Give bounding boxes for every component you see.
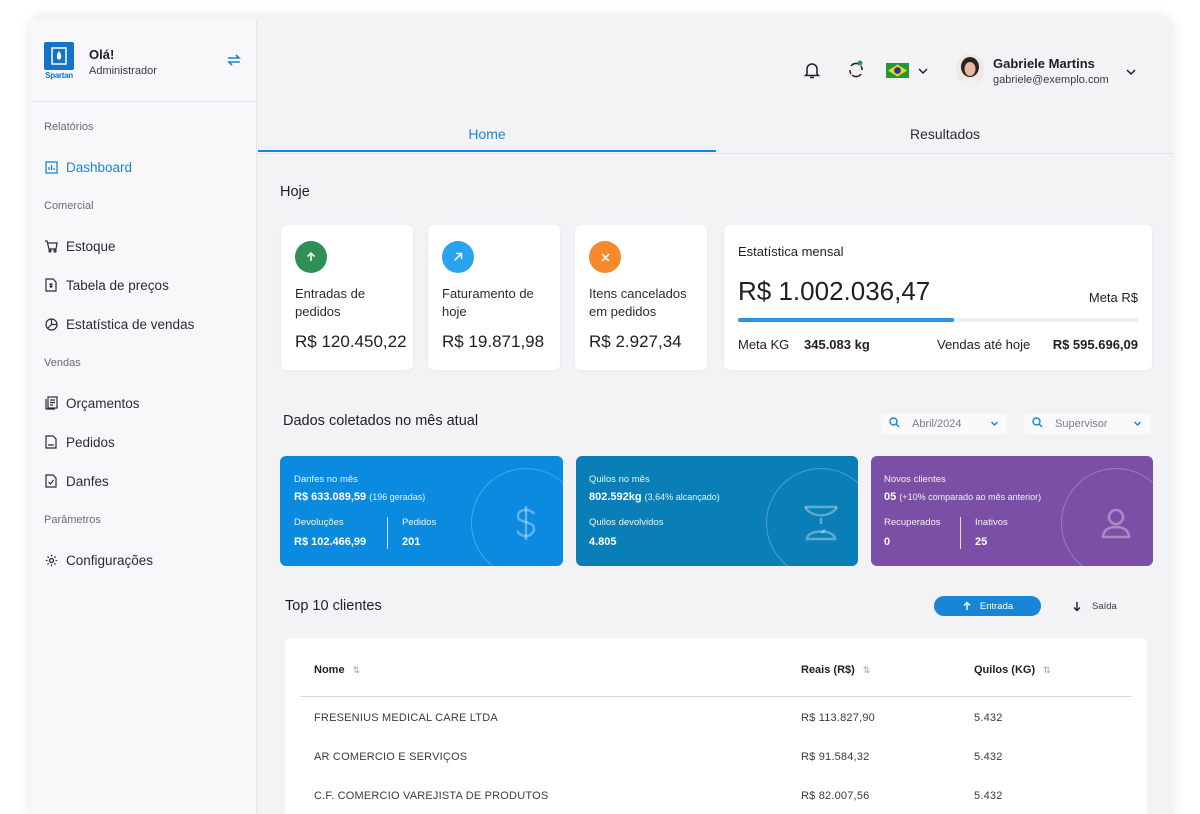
section-vendas: Vendas: [44, 357, 81, 369]
chevron-down-icon: [918, 67, 928, 74]
kpi-value: R$ 19.871,98: [442, 332, 545, 351]
arrow-up-icon: [295, 241, 327, 273]
sidebar-item-orcamentos[interactable]: Orçamentos: [30, 393, 140, 413]
language-selector[interactable]: [886, 63, 929, 78]
sales-value: R$ 595.696,09: [1052, 337, 1138, 352]
top-clients-table: Nome ⇅ Reais (R$) ⇅ Quilos (KG) ⇅ FRESENIUS…: [285, 638, 1147, 814]
sidebar-item-configuracoes[interactable]: Configurações: [30, 550, 153, 570]
sales-label: Vendas até hoje: [937, 337, 1031, 352]
meta-kg-label: Meta KG: [738, 337, 790, 352]
cart-icon: [44, 239, 58, 253]
sidebar-item-estatistica[interactable]: Estatística de vendas: [30, 314, 194, 334]
kpi-value: R$ 120.450,22: [295, 332, 407, 351]
column-header-reais[interactable]: Reais (R$) ⇅: [801, 664, 870, 676]
user-menu-chevron-icon[interactable]: [1125, 65, 1137, 83]
month-filter[interactable]: Abril/2024: [881, 414, 1007, 434]
saida-button[interactable]: Saída: [1072, 596, 1117, 616]
gear-icon: [44, 553, 58, 567]
user-icon: [1101, 508, 1131, 539]
sidebar-item-dashboard[interactable]: Dashboard: [30, 157, 132, 177]
tab-bar: Home Resultados: [258, 122, 1173, 154]
documents-icon: [44, 396, 58, 410]
user-name: Gabriele Martins: [993, 56, 1095, 71]
brazil-flag-icon: [886, 63, 909, 78]
user-role: Administrador: [89, 65, 157, 77]
search-icon: [1032, 417, 1043, 431]
divider: [387, 517, 388, 549]
sidebar-header: Spartan Olá! Administrador: [30, 20, 256, 102]
quilos-card: Quilos no mês 802.592kg (3,64% alcançado…: [576, 456, 858, 566]
supervisor-filter[interactable]: Supervisor: [1024, 414, 1150, 434]
tab-resultados[interactable]: Resultados: [716, 126, 1173, 142]
close-icon: [589, 241, 621, 273]
sort-icon[interactable]: ⇅: [1043, 665, 1051, 675]
arrow-up-right-icon: [442, 241, 474, 273]
sidebar-item-estoque[interactable]: Estoque: [30, 236, 116, 256]
tab-home[interactable]: Home: [258, 126, 716, 142]
section-title-month: Dados coletados no mês atual: [283, 413, 479, 429]
monthly-title: Estatística mensal: [738, 244, 844, 259]
topbar: Gabriele Martins gabriele@exemplo.com: [258, 50, 1173, 98]
chart-icon: [44, 160, 58, 174]
sort-icon[interactable]: ⇅: [863, 665, 871, 675]
progress-fill: [738, 318, 954, 322]
pie-chart-icon: [44, 317, 58, 331]
user-email: gabriele@exemplo.com: [993, 74, 1109, 86]
dollar-icon: [515, 506, 536, 540]
avatar[interactable]: [956, 54, 984, 86]
bell-icon[interactable]: [803, 61, 821, 84]
search-icon: [889, 417, 900, 431]
section-title-hoje: Hoje: [280, 184, 310, 200]
arrow-down-icon: [1073, 601, 1081, 611]
column-header-nome[interactable]: Nome ⇅: [314, 664, 360, 676]
greeting: Olá!: [89, 47, 115, 62]
main-content: Gabriele Martins gabriele@exemplo.com Ho…: [258, 14, 1173, 814]
kpi-value: R$ 2.927,34: [589, 332, 682, 351]
meta-label: Meta R$: [1088, 290, 1138, 305]
sync-icon[interactable]: [847, 60, 865, 85]
section-relatorios: Relatórios: [44, 121, 94, 133]
section-title-top: Top 10 clientes: [285, 598, 382, 614]
switch-account-icon[interactable]: [226, 52, 242, 73]
header-divider: [300, 696, 1132, 697]
sidebar-item-pedidos[interactable]: Pedidos: [30, 432, 115, 452]
section-comercial: Comercial: [44, 200, 94, 212]
column-header-quilos[interactable]: Quilos (KG) ⇅: [974, 664, 1051, 676]
kpi-title: Faturamento de hoje: [442, 286, 534, 319]
kpi-card-cancelados: Itens cancelados em pedidos R$ 2.927,34: [575, 225, 707, 370]
sidebar-item-tabela-precos[interactable]: Tabela de preços: [30, 275, 169, 295]
kpi-card-entradas: Entradas de pedidos R$ 120.450,22: [281, 225, 413, 370]
active-tab-indicator: [258, 150, 716, 152]
chevron-down-icon: [1133, 419, 1142, 431]
danfes-card: Danfes no mês R$ 633.089,59 (196 geradas…: [280, 456, 563, 566]
document-dollar-icon: [44, 278, 58, 292]
sidebar: Spartan Olá! Administrador Relatórios Da…: [30, 20, 257, 814]
entrada-button[interactable]: Entrada: [934, 596, 1041, 616]
progress-track: [738, 318, 1138, 322]
file-icon: [44, 435, 58, 449]
divider: [960, 517, 961, 549]
file-check-icon: [44, 474, 58, 488]
sidebar-item-danfes[interactable]: Danfes: [30, 471, 109, 491]
meta-kg-value: 345.083 kg: [804, 337, 870, 352]
kpi-title: Entradas de pedidos: [295, 286, 366, 319]
monthly-stats-card: Estatística mensal R$ 1.002.036,47 Meta …: [724, 225, 1152, 370]
section-parametros: Parâmetros: [44, 514, 101, 526]
kpi-card-faturamento: Faturamento de hoje R$ 19.871,98: [428, 225, 560, 370]
monthly-value: R$ 1.002.036,47: [738, 276, 931, 306]
chevron-down-icon: [990, 419, 999, 431]
kpi-title: Itens cancelados em pedidos: [589, 286, 687, 319]
arrow-up-icon: [963, 601, 971, 610]
app-window: Spartan Olá! Administrador Relatórios Da…: [30, 14, 1173, 814]
scale-icon: [803, 505, 839, 541]
novos-clientes-card: Novos clientes 05 (+10% comparado ao mês…: [871, 456, 1153, 566]
spartan-logo: Spartan: [43, 42, 75, 82]
sort-icon[interactable]: ⇅: [353, 665, 361, 675]
